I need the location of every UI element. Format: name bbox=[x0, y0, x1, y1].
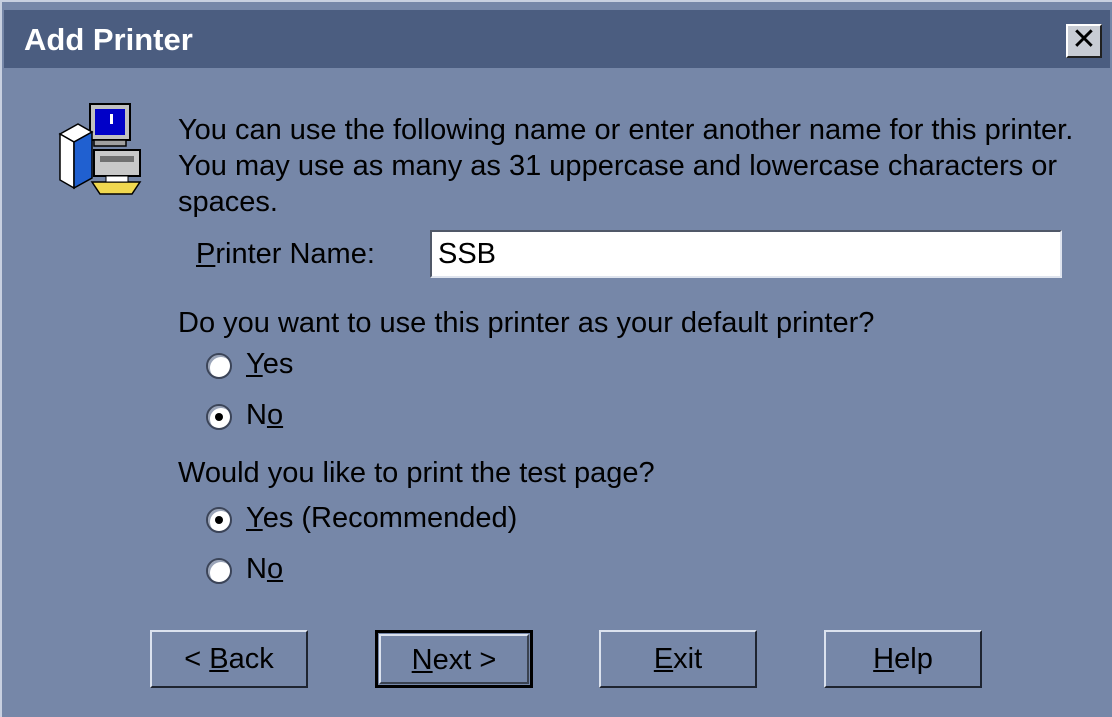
title-bar: Add Printer ✕ bbox=[4, 10, 1110, 68]
printer-setup-icon bbox=[58, 103, 142, 195]
add-printer-dialog: Add Printer ✕ You can use the following … bbox=[0, 0, 1112, 717]
printer-name-label: Printer Name: bbox=[196, 238, 375, 270]
close-icon: ✕ bbox=[1071, 23, 1097, 56]
back-button[interactable]: < Back bbox=[150, 630, 308, 688]
default-no-radio[interactable] bbox=[206, 404, 232, 430]
default-no-label[interactable]: No bbox=[246, 399, 283, 432]
next-button-face: Next > bbox=[379, 634, 529, 684]
default-yes-label[interactable]: Yes bbox=[246, 348, 293, 381]
radio-selected-dot bbox=[215, 413, 223, 421]
test-no-label[interactable]: No bbox=[246, 553, 283, 586]
intro-text: You can use the following name or enter … bbox=[178, 112, 1078, 220]
test-yes-radio[interactable] bbox=[206, 507, 232, 533]
test-no-radio[interactable] bbox=[206, 558, 232, 584]
next-button[interactable]: Next > bbox=[375, 630, 533, 688]
default-yes-radio[interactable] bbox=[206, 353, 232, 379]
radio-selected-dot bbox=[215, 516, 223, 524]
intro-line-1: You can use the following name or enter … bbox=[178, 114, 1074, 146]
printer-name-input[interactable] bbox=[430, 230, 1062, 278]
test-yes-label[interactable]: Yes (Recommended) bbox=[246, 502, 517, 535]
intro-line-3: spaces. bbox=[178, 186, 278, 218]
close-button[interactable]: ✕ bbox=[1066, 24, 1102, 58]
dialog-title: Add Printer bbox=[24, 22, 193, 57]
default-printer-question: Do you want to use this printer as your … bbox=[178, 307, 875, 339]
intro-line-2: You may use as many as 31 uppercase and … bbox=[178, 150, 1058, 182]
test-page-question: Would you like to print the test page? bbox=[178, 457, 655, 489]
exit-button[interactable]: Exit bbox=[599, 630, 757, 688]
help-button[interactable]: Help bbox=[824, 630, 982, 688]
